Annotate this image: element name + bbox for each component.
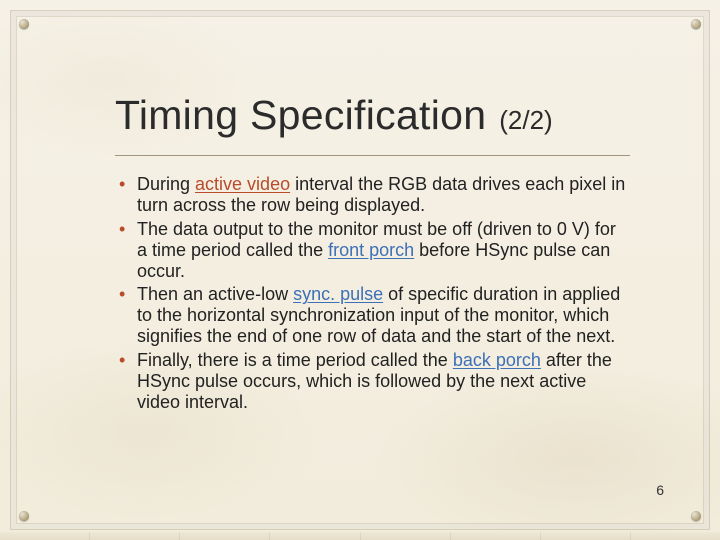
title-main: Timing Specification	[115, 92, 486, 138]
bullet-item: Then an active-low sync. pulse of specif…	[115, 284, 626, 347]
bullet-item: The data output to the monitor must be o…	[115, 219, 626, 282]
thumbnail	[269, 532, 359, 540]
highlight-front-porch: front porch	[328, 240, 414, 260]
thumbnail	[540, 532, 630, 540]
bullet-list: During active video interval the RGB dat…	[115, 174, 630, 413]
thumbnail	[360, 532, 450, 540]
corner-rivet-icon	[19, 511, 29, 521]
page-number: 6	[656, 482, 664, 498]
thumbnail	[0, 532, 89, 540]
bullet-item: Finally, there is a time period called t…	[115, 350, 626, 413]
thumbnail	[89, 532, 179, 540]
corner-rivet-icon	[691, 511, 701, 521]
thumbnail-strip	[0, 532, 720, 540]
highlight-sync-pulse: sync. pulse	[293, 284, 383, 304]
bullet-text: Finally, there is a time period called t…	[137, 350, 453, 370]
thumbnail	[630, 532, 720, 540]
highlight-active-video: active video	[195, 174, 290, 194]
slide: Timing Specification (2/2) During active…	[0, 0, 720, 540]
title-underline	[115, 155, 630, 156]
slide-title: Timing Specification (2/2)	[115, 92, 630, 139]
highlight-back-porch: back porch	[453, 350, 541, 370]
title-counter: (2/2)	[499, 105, 552, 135]
bullet-item: During active video interval the RGB dat…	[115, 174, 626, 216]
thumbnail	[179, 532, 269, 540]
thumbnail	[450, 532, 540, 540]
bullet-text: During	[137, 174, 195, 194]
content-area: Timing Specification (2/2) During active…	[0, 0, 720, 413]
bullet-text: Then an active-low	[137, 284, 293, 304]
